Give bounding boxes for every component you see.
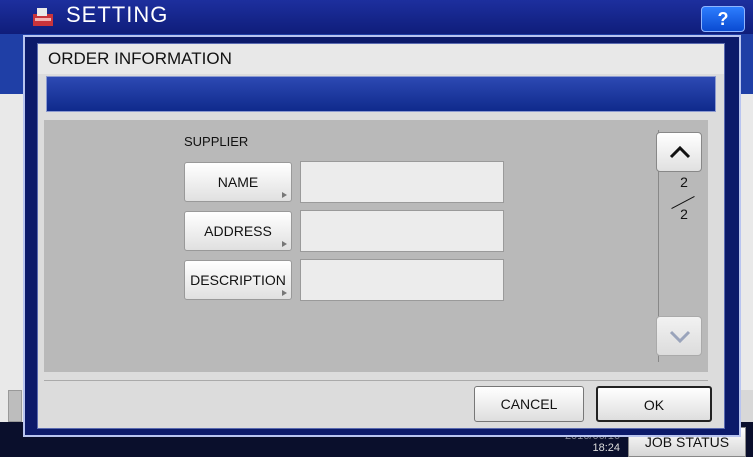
page-current: 2 <box>680 174 688 190</box>
dialog-blue-bar <box>46 76 716 112</box>
description-field[interactable] <box>300 259 504 301</box>
clock-time: 18:24 <box>592 442 620 454</box>
triangle-right-icon <box>282 290 287 296</box>
supplier-section-label: SUPPLIER <box>184 134 249 149</box>
ok-button[interactable]: OK <box>596 386 712 422</box>
dialog-content: SUPPLIER NAME ADDRESS DESCRIPTION <box>44 120 708 372</box>
app-header: SETTING ? <box>0 0 753 34</box>
name-field[interactable] <box>300 161 504 203</box>
address-button[interactable]: ADDRESS <box>184 211 292 251</box>
app-title: SETTING <box>66 2 169 27</box>
dialog-panel: ORDER INFORMATION SUPPLIER NAME ADDRESS … <box>37 43 725 429</box>
chevron-up-icon <box>669 145 691 159</box>
address-button-label: ADDRESS <box>204 223 272 239</box>
left-tab <box>8 390 22 422</box>
name-button-label: NAME <box>217 174 259 190</box>
setting-logo-icon <box>33 8 53 26</box>
help-button[interactable]: ? <box>701 6 745 32</box>
chevron-down-icon <box>669 330 691 344</box>
triangle-right-icon <box>282 241 287 247</box>
page-down-button[interactable] <box>656 316 702 356</box>
right-tab <box>740 390 753 422</box>
page-total: 2 <box>680 206 688 222</box>
order-information-dialog: ORDER INFORMATION SUPPLIER NAME ADDRESS … <box>23 35 741 437</box>
description-button-label: DESCRIPTION <box>190 272 286 288</box>
address-field[interactable] <box>300 210 504 252</box>
name-button[interactable]: NAME <box>184 162 292 202</box>
triangle-right-icon <box>282 192 287 198</box>
dialog-title: ORDER INFORMATION <box>38 44 724 74</box>
footer-divider <box>44 380 708 381</box>
description-button[interactable]: DESCRIPTION <box>184 260 292 300</box>
cancel-button[interactable]: CANCEL <box>474 386 584 422</box>
page-up-button[interactable] <box>656 132 702 172</box>
